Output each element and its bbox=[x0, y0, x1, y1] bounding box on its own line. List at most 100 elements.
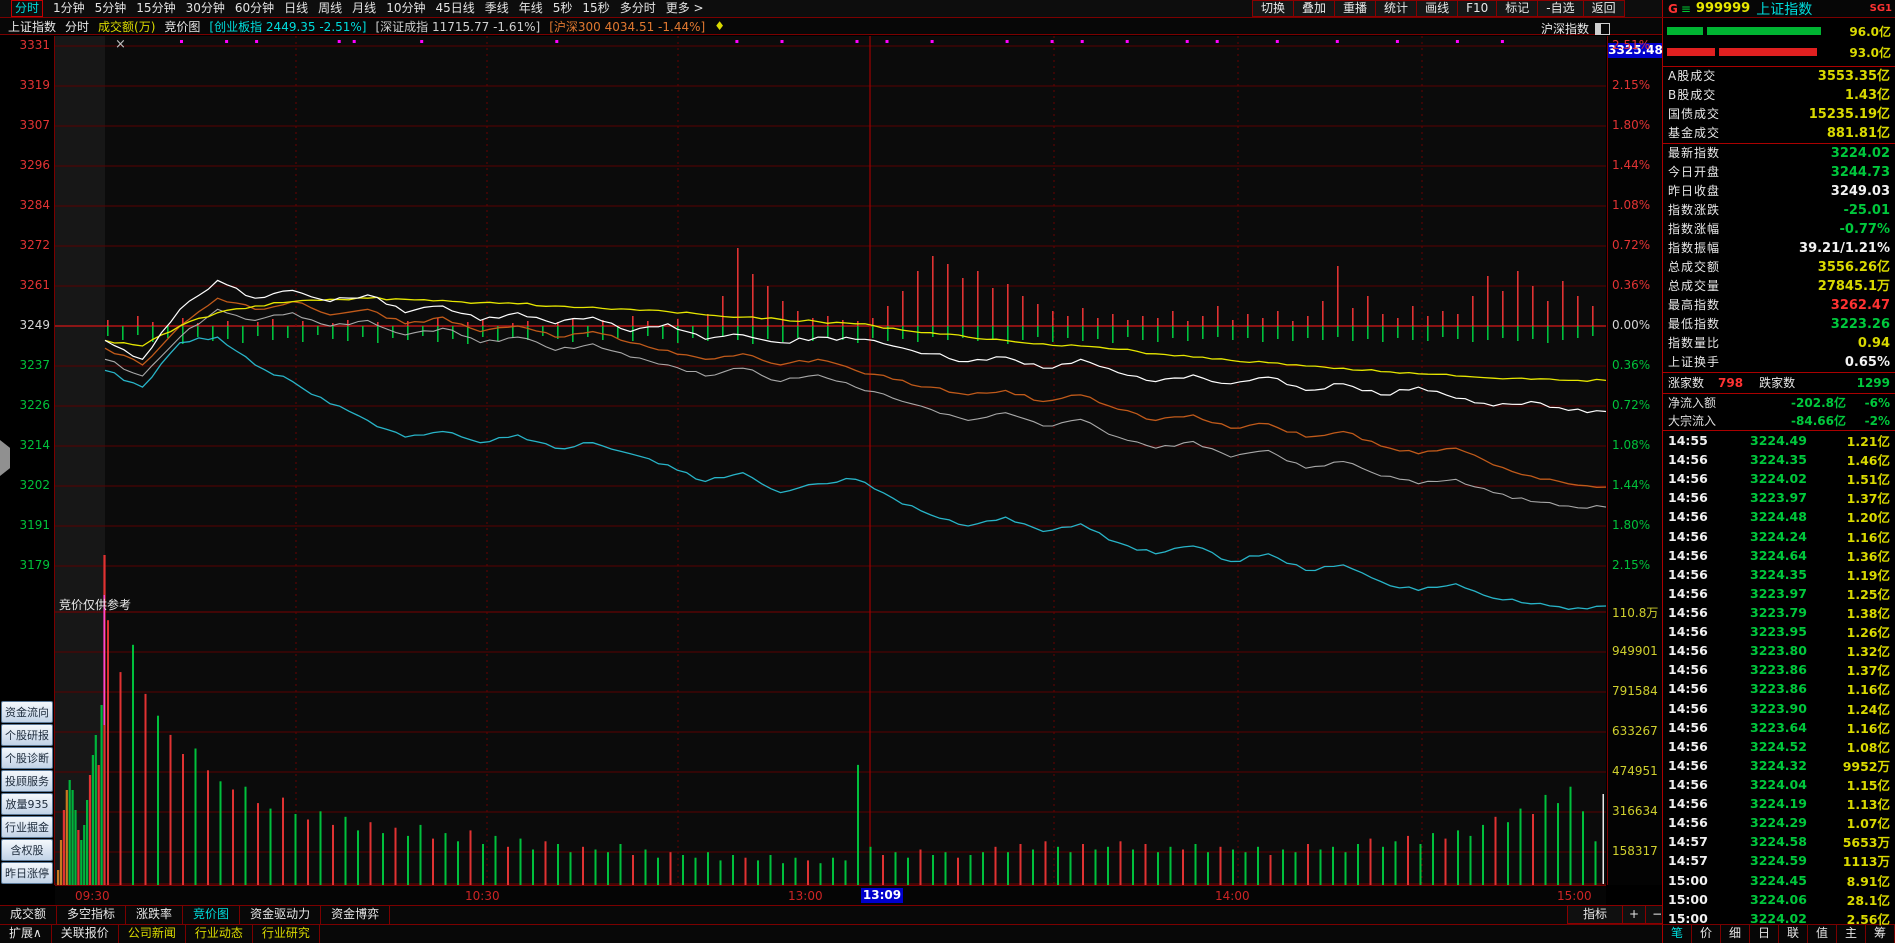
percent-axis-label: 1.08% bbox=[1612, 198, 1650, 212]
period-tab[interactable]: 10分钟 bbox=[386, 1, 425, 16]
sidebar-item[interactable]: 行业掘金 bbox=[1, 816, 53, 838]
sidebar-item[interactable]: 放量935 bbox=[1, 793, 53, 815]
buy-strength-row: 96.0亿 bbox=[1667, 23, 1891, 39]
indicator-tab[interactable]: 资金博弈 bbox=[321, 906, 390, 924]
stat-label: 基金成交 bbox=[1668, 124, 1720, 143]
chart-plot-area[interactable]: × 竞价仅供参考 bbox=[55, 36, 1606, 885]
period-tab[interactable]: 30分钟 bbox=[186, 1, 225, 16]
tick-price: 3224.49 bbox=[1722, 433, 1808, 448]
flow-label: 大宗流入 bbox=[1668, 412, 1716, 430]
indicator-tab[interactable]: 资金驱动力 bbox=[240, 906, 321, 924]
period-tab[interactable]: 季线 bbox=[485, 1, 509, 16]
index-stat-row: 今日开盘3244.73 bbox=[1663, 163, 1895, 182]
sidebar-item[interactable]: 含权股 bbox=[1, 839, 53, 861]
zoom-in-button[interactable]: + bbox=[1622, 905, 1646, 924]
stat-value: 881.81亿 bbox=[1827, 124, 1890, 143]
price-axis-label: 3191 bbox=[2, 518, 50, 532]
sidebar-item[interactable]: 投顾服务 bbox=[1, 770, 53, 792]
updown-section: 涨家数 798 跌家数 1299 bbox=[1663, 373, 1895, 394]
index-stat-row: 上证换手0.65% bbox=[1663, 353, 1895, 372]
period-tab[interactable]: 周线 bbox=[318, 1, 342, 16]
extension-tab[interactable]: 行业研究 bbox=[253, 925, 320, 943]
menu-icon[interactable]: ≡ bbox=[1681, 2, 1691, 16]
period-tab[interactable]: 1分钟 bbox=[53, 1, 85, 16]
tick-time: 14:56 bbox=[1668, 701, 1722, 716]
tick-row: 14:563223.971.25亿 bbox=[1663, 584, 1895, 603]
price-axis-label: 3296 bbox=[2, 158, 50, 172]
period-tab[interactable]: 5分钟 bbox=[95, 1, 127, 16]
period-tab[interactable]: 月线 bbox=[352, 1, 376, 16]
tick-time: 14:56 bbox=[1668, 509, 1722, 524]
stat-label: 最新指数 bbox=[1668, 144, 1720, 163]
extension-tab[interactable]: 关联报价 bbox=[52, 925, 119, 943]
tick-amount: 8.91亿 bbox=[1808, 871, 1890, 890]
index-stat-row: 指数涨幅-0.77% bbox=[1663, 220, 1895, 239]
intraday-chart[interactable] bbox=[55, 36, 1606, 888]
price-axis-label: 3249 bbox=[2, 318, 50, 332]
period-tab[interactable]: 45日线 bbox=[435, 1, 474, 16]
period-tab[interactable]: 5秒 bbox=[553, 1, 573, 16]
toolbar-button[interactable]: 返回 bbox=[1583, 0, 1625, 17]
toolbar-button[interactable]: 重播 bbox=[1334, 0, 1376, 17]
tick-price: 3223.64 bbox=[1722, 720, 1808, 735]
tick-row: 14:563224.021.51亿 bbox=[1663, 469, 1895, 488]
sidebar-item[interactable]: 个股诊断 bbox=[1, 747, 53, 769]
percent-axis-label: 1.08% bbox=[1612, 438, 1650, 452]
period-tab[interactable]: 60分钟 bbox=[235, 1, 274, 16]
percent-axis-label: 0.36% bbox=[1612, 358, 1650, 372]
period-tab[interactable]: 15秒 bbox=[582, 1, 609, 16]
period-tab[interactable]: 多分时 bbox=[620, 1, 656, 16]
volume-axis-label: 110.8万 bbox=[1612, 604, 1658, 621]
hs-index-switch[interactable]: 沪深指数 bbox=[1541, 20, 1619, 37]
indicator-button[interactable]: 指标 bbox=[1567, 905, 1623, 924]
toolbar-button[interactable]: 切换 bbox=[1252, 0, 1294, 17]
toolbar-button[interactable]: F10 bbox=[1457, 0, 1497, 17]
tick-price: 3223.80 bbox=[1722, 643, 1808, 658]
buy-amount: 96.0亿 bbox=[1849, 23, 1891, 40]
stat-label: 上证换手 bbox=[1668, 353, 1720, 372]
trading-terminal: 分时 1分钟 5分钟 15分钟 30分钟 60分钟日线周线月线 10分钟 45日线季线年线 5秒… bbox=[0, 0, 1895, 943]
amount-label[interactable]: 成交额(万) bbox=[98, 18, 155, 35]
close-icon[interactable]: × bbox=[115, 37, 126, 52]
period-tab[interactable]: 15分钟 bbox=[136, 1, 175, 16]
toolbar-button[interactable]: -自选 bbox=[1537, 0, 1583, 17]
tick-row: 14:563224.351.19亿 bbox=[1663, 565, 1895, 584]
toolbar-button[interactable]: 标记 bbox=[1496, 0, 1538, 17]
sidebar-item[interactable]: 个股研报 bbox=[1, 724, 53, 746]
period-tab[interactable]: 分时 bbox=[11, 0, 43, 17]
flow-percent: -6% bbox=[1846, 394, 1890, 412]
stat-label: 昨日收盘 bbox=[1668, 182, 1720, 201]
indicator-tab[interactable]: 涨跌率 bbox=[126, 906, 183, 924]
tick-row: 15:003224.022.56亿 bbox=[1663, 909, 1895, 928]
sell-strength-row: 93.0亿 bbox=[1667, 44, 1891, 60]
panel-toggle-icon[interactable] bbox=[1595, 23, 1610, 35]
auction-chart-label[interactable]: 竞价图 bbox=[164, 18, 200, 35]
toolbar-button[interactable]: 叠加 bbox=[1293, 0, 1335, 17]
indicator-tab[interactable]: 成交额 bbox=[0, 906, 57, 924]
marker-icon[interactable]: ♦ bbox=[714, 19, 725, 33]
index-stat-row: 昨日收盘3249.03 bbox=[1663, 182, 1895, 201]
sidebar-item[interactable]: 资金流向 bbox=[1, 701, 53, 723]
chart-period-label[interactable]: 分时 bbox=[65, 18, 89, 35]
volume-axis-label: 158317 bbox=[1612, 844, 1658, 858]
toolbar-button[interactable]: 画线 bbox=[1416, 0, 1458, 17]
period-tabs: 分时 1分钟 5分钟 15分钟 30分钟 60分钟日线周线月线 10分钟 45日线季线年线 5秒… bbox=[0, 0, 709, 17]
extension-tab[interactable]: 公司新闻 bbox=[119, 925, 186, 943]
intraday-chart-svg[interactable] bbox=[55, 36, 1606, 885]
tick-amount: 1.25亿 bbox=[1808, 584, 1890, 603]
hs-index-label: 沪深指数 bbox=[1541, 20, 1589, 37]
period-tab[interactable]: 年线 bbox=[519, 1, 543, 16]
tick-time: 14:56 bbox=[1668, 662, 1722, 677]
period-tab[interactable]: 更多 > bbox=[666, 1, 704, 16]
indicator-tab[interactable]: 多空指标 bbox=[57, 906, 126, 924]
stat-label: 指数量比 bbox=[1668, 334, 1720, 353]
time-axis-label: 14:00 bbox=[1215, 889, 1250, 903]
toolbar-button[interactable]: 统计 bbox=[1375, 0, 1417, 17]
extension-tab[interactable]: 行业动态 bbox=[186, 925, 253, 943]
stat-label: 最高指数 bbox=[1668, 296, 1720, 315]
sidebar-item[interactable]: 昨日涨停 bbox=[1, 862, 53, 884]
indicator-tab[interactable]: 竞价图 bbox=[183, 906, 240, 924]
extension-tab[interactable]: 扩展∧ bbox=[0, 925, 52, 943]
period-tab[interactable]: 日线 bbox=[284, 1, 308, 16]
tick-list[interactable]: 14:553224.491.21亿14:563224.351.46亿14:563… bbox=[1663, 431, 1895, 928]
